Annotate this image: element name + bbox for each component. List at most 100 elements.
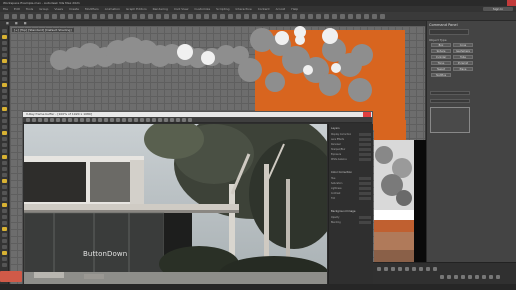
left-tool-icon[interactable] [2,233,7,237]
left-tool-icon[interactable] [2,101,7,105]
tree-object[interactable] [351,44,373,66]
toolbar-tool-icon[interactable] [84,14,89,19]
panel-row[interactable]: Lightness [331,187,371,190]
playback-control-icon[interactable] [405,267,409,271]
toolbar-tool-icon[interactable] [60,14,65,19]
panel-row-value[interactable] [359,197,371,200]
create-object-button[interactable]: GeoSphere [453,49,473,53]
toolbar-tool-icon[interactable] [20,14,25,19]
frame-buffer-tool-icon[interactable] [128,118,132,122]
playback-control-icon[interactable] [440,275,444,279]
panel-row-value[interactable] [359,182,371,185]
toolbar-tool-icon[interactable] [116,14,121,19]
toolbar-tool-icon[interactable] [164,14,169,19]
toolbar-tool-icon[interactable] [76,14,81,19]
left-tool-icon[interactable] [2,221,7,225]
tree-object[interactable] [201,51,215,65]
frame-buffer-tool-icon[interactable] [140,118,144,122]
toolbar-tool-icon[interactable] [52,14,57,19]
toolbar-tool-icon[interactable] [140,14,145,19]
playback-control-icon[interactable] [447,275,451,279]
left-tool-icon[interactable] [2,95,7,99]
frame-buffer-tool-icon[interactable] [32,118,36,122]
playback-control-icon[interactable] [391,267,395,271]
frame-buffer-tool-icon[interactable] [92,118,96,122]
toolbar-tool-icon[interactable] [260,14,265,19]
panel-row[interactable]: White balance [331,158,371,161]
left-tool-icon[interactable] [2,83,7,87]
panel-row-value[interactable] [359,143,371,146]
playback-control-icon[interactable] [398,267,402,271]
left-tool-icon[interactable] [2,59,7,63]
toolbar-tool-icon[interactable] [156,14,161,19]
toolbar-tool-icon[interactable] [252,14,257,19]
left-tool-icon[interactable] [2,35,7,39]
create-object-button[interactable]: Plane [453,67,473,71]
left-tool-icon[interactable] [2,191,7,195]
tree-object[interactable] [275,31,289,45]
toolbar-tool-icon[interactable] [268,14,273,19]
left-tool-icon[interactable] [2,47,7,51]
frame-buffer-window[interactable]: V-Ray frame buffer - [100% of 1920 x 108… [22,111,373,288]
tree-object[interactable] [265,72,285,92]
panel-row[interactable]: Lens Effects [331,138,371,141]
panel-row[interactable]: Exposure [331,153,371,156]
frame-buffer-tool-icon[interactable] [146,118,150,122]
frame-buffer-tool-icon[interactable] [122,118,126,122]
left-tool-icon[interactable] [2,155,7,159]
left-tool-icon[interactable] [2,41,7,45]
toolbar-tool-icon[interactable] [148,14,153,19]
create-tabs[interactable] [429,29,469,35]
toolbar-tool-icon[interactable] [372,14,377,19]
panel-row[interactable]: Blending [331,221,371,224]
panel-row[interactable]: Denoiser [331,143,371,146]
left-tool-icon[interactable] [2,239,7,243]
create-object-button[interactable]: Torus [431,61,451,65]
frame-buffer-tool-icon[interactable] [152,118,156,122]
tree-object[interactable] [177,44,193,60]
toolbar-tool-icon[interactable] [340,14,345,19]
left-tool-icon[interactable] [2,113,7,117]
left-tool-icon[interactable] [2,209,7,213]
toolbar-tool-icon[interactable] [204,14,209,19]
left-tool-icon[interactable] [2,137,7,141]
frame-buffer-tool-icon[interactable] [158,118,162,122]
tree-object[interactable] [295,35,305,45]
panel-row[interactable]: Sharpen/Blur [331,148,371,151]
playback-control-icon[interactable] [475,275,479,279]
toolbar-tool-icon[interactable] [284,14,289,19]
panel-row-value[interactable] [359,138,371,141]
toolbar-tool-icon[interactable] [364,14,369,19]
toolbar-tool-icon[interactable] [332,14,337,19]
playback-control-icon[interactable] [419,267,423,271]
toolbar-tool-icon[interactable] [356,14,361,19]
left-tool-icon[interactable] [2,149,7,153]
frame-buffer-tool-icon[interactable] [74,118,78,122]
panel-row-value[interactable] [359,187,371,190]
playback-control-icon[interactable] [489,275,493,279]
toolbar-tool-icon[interactable] [12,14,17,19]
toolbar-tool-icon[interactable] [92,14,97,19]
left-tool-icon[interactable] [2,251,7,255]
playback-control-icon[interactable] [482,275,486,279]
panel-row-value[interactable] [359,221,371,224]
create-object-button[interactable]: Tube [453,55,473,59]
frame-buffer-tool-icon[interactable] [50,118,54,122]
panel-row[interactable]: Opacity [331,216,371,219]
frame-buffer-tool-icon[interactable] [98,118,102,122]
frame-buffer-tool-icon[interactable] [26,118,30,122]
toolbar-tool-icon[interactable] [276,14,281,19]
toolbar-tool-icon[interactable] [28,14,33,19]
toolbar-tool-icon[interactable] [44,14,49,19]
toolbar-tool-icon[interactable] [212,14,217,19]
toolbar-tool-icon[interactable] [236,14,241,19]
playback-control-icon[interactable] [454,275,458,279]
frame-buffer-tool-icon[interactable] [44,118,48,122]
panel-row-value[interactable] [359,177,371,180]
left-tool-icon[interactable] [2,245,7,249]
playback-control-icon[interactable] [377,267,381,271]
panel-row-value[interactable] [359,133,371,136]
scene-plane-object[interactable] [374,120,406,140]
toolbar-tool-icon[interactable] [188,14,193,19]
panel-row-value[interactable] [359,158,371,161]
